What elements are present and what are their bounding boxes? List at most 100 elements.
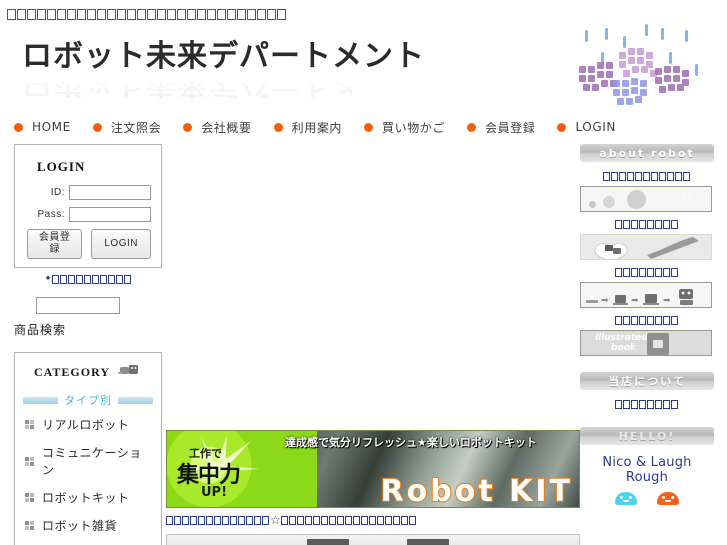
banner-caption-link[interactable]: ☆ — [166, 513, 580, 527]
login-panel-title: LOGIN — [37, 159, 86, 174]
nav-label: HOME — [32, 120, 71, 134]
forgot-password-link[interactable]: ✦ — [14, 273, 162, 286]
site-description-tofu — [7, 8, 287, 22]
mosaic-hero-graphic — [561, 22, 721, 114]
nav-label: 会員登録 — [485, 120, 536, 135]
heart-robots-graphic — [594, 237, 699, 259]
login-panel: LOGIN ID: Pass: 会員登録 LOGIN — [14, 144, 162, 268]
store-link-tofu — [615, 400, 679, 411]
banner-caption-star: ☆ — [270, 513, 281, 527]
about-robot-heading: about robot — [599, 146, 695, 160]
search-caption: 商品検索 — [14, 323, 67, 337]
about-banner-2[interactable] — [580, 234, 712, 260]
product-thumb-placeholder — [407, 539, 449, 545]
login-submit-button[interactable]: LOGIN — [91, 229, 151, 259]
right-sidebar: about robot ➡ ➡ ➡ illustrated book 当店につい… — [580, 144, 714, 505]
bullet-dot-icon — [557, 122, 567, 132]
nav-item-company-profile[interactable]: 会社概要 — [183, 119, 251, 136]
svg-text:➡: ➡ — [631, 296, 639, 306]
circle-medium-icon — [603, 196, 615, 208]
category-item-label: コミュニケーション — [42, 446, 142, 477]
divider-label: タイプ別 — [64, 394, 112, 407]
banner-tagline: 達成感で気分リフレッシュ★楽しいロボットキット — [285, 436, 537, 449]
character-names: Nico & Laugh Rough — [602, 455, 692, 485]
character-icons — [580, 492, 714, 505]
robot-icon — [118, 363, 142, 382]
star-icon: ✦ — [44, 273, 52, 283]
bullet-dot-icon — [273, 122, 283, 132]
nav-label: 会社概要 — [201, 120, 252, 135]
login-id-label: ID: — [50, 187, 65, 198]
category-item-communication[interactable]: コミュニケーション — [25, 444, 153, 478]
nav-label: 注文照会 — [110, 120, 162, 135]
caption-tofu — [615, 268, 679, 279]
bullet-dot-icon — [467, 122, 477, 132]
nav-item-login[interactable]: LOGIN — [557, 120, 616, 134]
login-pass-field-row: Pass: — [25, 207, 151, 222]
about-robot-header: about robot — [580, 144, 714, 162]
about-banner-1[interactable] — [580, 186, 712, 212]
category-divider-type: タイプ別 — [23, 392, 153, 408]
main-navigation: HOME 注文照会 会社概要 利用案内 買い物かご 会員登録 LOGIN — [14, 118, 714, 136]
nav-item-order-inquiry[interactable]: 注文照会 — [92, 119, 162, 136]
square-bullet-icon — [25, 521, 34, 530]
robot-kit-banner[interactable]: 工作で 集中力 UP! 達成感で気分リフレッシュ★楽しいロボットキット Robo… — [166, 430, 580, 508]
circle-small-icon — [589, 201, 596, 208]
product-search: 商品検索 — [14, 295, 162, 338]
left-sidebar: LOGIN ID: Pass: 会員登録 LOGIN ✦ 商品検索 CATEGO… — [14, 144, 162, 545]
site-description — [7, 8, 287, 22]
site-logo-text: ロボット未来デパートメント — [22, 39, 425, 74]
category-item-label: リアルロボット — [42, 418, 130, 432]
product-thumb-placeholder — [307, 539, 349, 545]
bullet-dot-icon — [92, 122, 102, 132]
illustrated-text: illustrated — [595, 333, 648, 343]
banner-up-text: UP! — [201, 485, 228, 500]
bullet-dot-icon — [364, 122, 374, 132]
category-panel: CATEGORY タイプ別 リアルロボット コミュニケーション ロボットキット … — [14, 352, 162, 545]
category-item-real-robot[interactable]: リアルロボット — [25, 416, 153, 433]
category-item-label: ロボット雑貨 — [42, 519, 118, 533]
login-id-field-row: ID: — [25, 185, 151, 200]
category-item-robot-goods[interactable]: ロボット雑貨 — [25, 517, 153, 534]
login-button-row: 会員登録 LOGIN — [25, 229, 151, 259]
banner-caption-tofu-after — [280, 513, 417, 527]
search-input[interactable] — [36, 297, 120, 314]
caption-tofu — [615, 316, 679, 327]
category-item-robot-kit[interactable]: ロボットキット — [25, 489, 153, 506]
about-banner-caption-1[interactable] — [580, 172, 714, 183]
nav-item-shopping-cart[interactable]: 買い物かご — [364, 119, 445, 136]
category-item-label: ロボットキット — [42, 491, 130, 505]
about-banner-caption-4[interactable] — [580, 316, 714, 327]
nav-label: LOGIN — [575, 120, 616, 134]
divider-bar-left — [23, 396, 58, 404]
nav-item-usage-guide[interactable]: 利用案内 — [273, 119, 342, 136]
laugh-rough-character-icon — [657, 492, 679, 505]
bullet-dot-icon — [14, 122, 23, 132]
main-content: 工作で 集中力 UP! 達成感で気分リフレッシュ★楽しいロボットキット Robo… — [166, 430, 580, 545]
site-logo[interactable]: ロボット未来デパートメント ロボット未来デパートメント — [22, 38, 425, 110]
login-pass-label: Pass: — [37, 209, 65, 220]
about-banner-3[interactable]: ➡ ➡ ➡ — [580, 282, 712, 308]
banner-title: Robot KIT — [380, 473, 573, 508]
category-header: CATEGORY — [23, 363, 153, 382]
about-banner-caption-3[interactable] — [580, 268, 714, 279]
square-bullet-icon — [25, 493, 34, 502]
category-heading: CATEGORY — [33, 365, 111, 379]
login-pass-input[interactable] — [69, 207, 151, 222]
about-banner-4[interactable]: illustrated book — [580, 330, 712, 356]
nav-item-home[interactable]: HOME — [14, 120, 71, 134]
about-banner-caption-2[interactable] — [580, 220, 714, 231]
divider-bar-right — [118, 396, 153, 404]
register-button[interactable]: 会員登録 — [27, 229, 83, 259]
login-id-input[interactable] — [69, 185, 151, 200]
store-heading: 当店について — [608, 375, 686, 388]
caption-tofu — [603, 172, 691, 183]
book-text: book — [611, 343, 636, 353]
store-link[interactable] — [580, 400, 714, 411]
forgot-password-tofu — [51, 274, 132, 286]
square-bullet-icon — [25, 420, 34, 429]
nav-item-member-registration[interactable]: 会員登録 — [467, 119, 535, 136]
hello-heading: HELLO! — [618, 429, 676, 443]
page-root: ロボット未来デパートメント ロボット未来デパートメント HOME 注文照会 会社… — [0, 0, 727, 545]
